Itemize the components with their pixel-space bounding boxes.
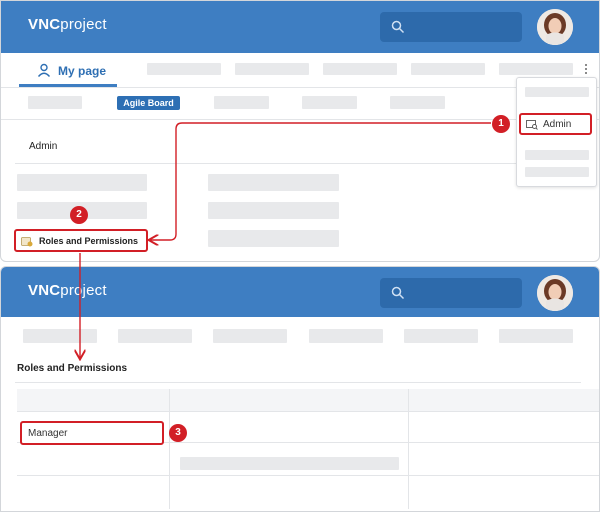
app-logo[interactable]: VNCproject bbox=[28, 16, 107, 33]
tutorial-canvas: VNCproject My page Agile Board Admin Rol… bbox=[0, 0, 600, 512]
tab-placeholder[interactable] bbox=[323, 63, 397, 75]
tab-divider bbox=[1, 87, 599, 88]
admin-menu-placeholder[interactable] bbox=[208, 202, 339, 219]
step-badge-2: 2 bbox=[70, 206, 88, 224]
avatar-portrait-icon bbox=[537, 275, 573, 311]
search-icon bbox=[391, 20, 405, 34]
admin-menu-placeholder[interactable] bbox=[208, 230, 339, 247]
row-divider bbox=[17, 411, 599, 412]
subnav-placeholder[interactable] bbox=[28, 96, 82, 109]
table-cell-placeholder bbox=[180, 457, 399, 470]
roles-table bbox=[17, 389, 599, 509]
admin-menu-placeholder[interactable] bbox=[17, 174, 147, 191]
subnav-placeholder[interactable] bbox=[302, 96, 357, 109]
roles-and-permissions-link[interactable]: Roles and Permissions bbox=[14, 229, 148, 252]
dropdown-item-placeholder[interactable] bbox=[525, 87, 589, 97]
bottom-screenshot-panel: VNCproject Roles and Permissions Manager… bbox=[0, 266, 600, 512]
admin-tab-placeholder[interactable] bbox=[499, 329, 573, 343]
tab-placeholder[interactable] bbox=[411, 63, 485, 75]
tab-my-page-label: My page bbox=[58, 64, 107, 78]
admin-tab-placeholder[interactable] bbox=[213, 329, 287, 343]
tab-placeholder[interactable] bbox=[235, 63, 309, 75]
user-avatar[interactable] bbox=[537, 9, 573, 45]
row-divider bbox=[17, 475, 599, 476]
admin-tab-placeholder[interactable] bbox=[23, 329, 97, 343]
top-header: VNCproject bbox=[1, 1, 599, 53]
admin-menu-placeholder[interactable] bbox=[208, 174, 339, 191]
dropdown-item-admin[interactable]: Admin bbox=[519, 113, 592, 135]
table-row-manager[interactable]: Manager bbox=[20, 421, 164, 445]
roles-and-permissions-label: Roles and Permissions bbox=[39, 236, 139, 246]
title-divider bbox=[15, 382, 581, 383]
dropdown-item-placeholder[interactable] bbox=[525, 150, 589, 160]
dropdown-item-placeholder[interactable] bbox=[525, 167, 589, 177]
more-menu-icon[interactable] bbox=[584, 63, 588, 77]
role-name-manager: Manager bbox=[28, 428, 68, 439]
top-screenshot-panel: VNCproject My page Agile Board Admin Rol… bbox=[0, 0, 600, 262]
page-title: Admin bbox=[29, 141, 58, 152]
tab-my-page[interactable]: My page bbox=[19, 53, 117, 87]
column-divider bbox=[408, 389, 409, 509]
bottom-header: VNCproject bbox=[1, 267, 599, 317]
user-avatar[interactable] bbox=[537, 275, 573, 311]
subnav-placeholder[interactable] bbox=[390, 96, 445, 109]
step-badge-3: 3 bbox=[169, 424, 187, 442]
search-box[interactable] bbox=[380, 12, 522, 42]
admin-icon bbox=[526, 120, 538, 130]
page-title: Roles and Permissions bbox=[17, 363, 128, 374]
admin-tab-placeholder[interactable] bbox=[404, 329, 478, 343]
step-badge-1: 1 bbox=[492, 115, 510, 133]
user-icon bbox=[37, 63, 51, 77]
admin-tab-placeholder[interactable] bbox=[309, 329, 383, 343]
tab-placeholder[interactable] bbox=[499, 63, 573, 75]
dropdown-item-admin-label: Admin bbox=[543, 119, 572, 130]
title-divider bbox=[15, 163, 585, 164]
agile-board-badge[interactable]: Agile Board bbox=[117, 96, 180, 110]
roles-permissions-icon bbox=[21, 237, 33, 247]
table-header-row bbox=[17, 389, 599, 411]
app-logo[interactable]: VNCproject bbox=[28, 282, 107, 299]
search-box[interactable] bbox=[380, 278, 522, 308]
column-divider bbox=[169, 389, 170, 509]
search-icon bbox=[391, 286, 405, 300]
avatar-portrait-icon bbox=[537, 9, 573, 45]
subnav-placeholder[interactable] bbox=[214, 96, 269, 109]
tab-placeholder[interactable] bbox=[147, 63, 221, 75]
admin-tab-placeholder[interactable] bbox=[118, 329, 192, 343]
